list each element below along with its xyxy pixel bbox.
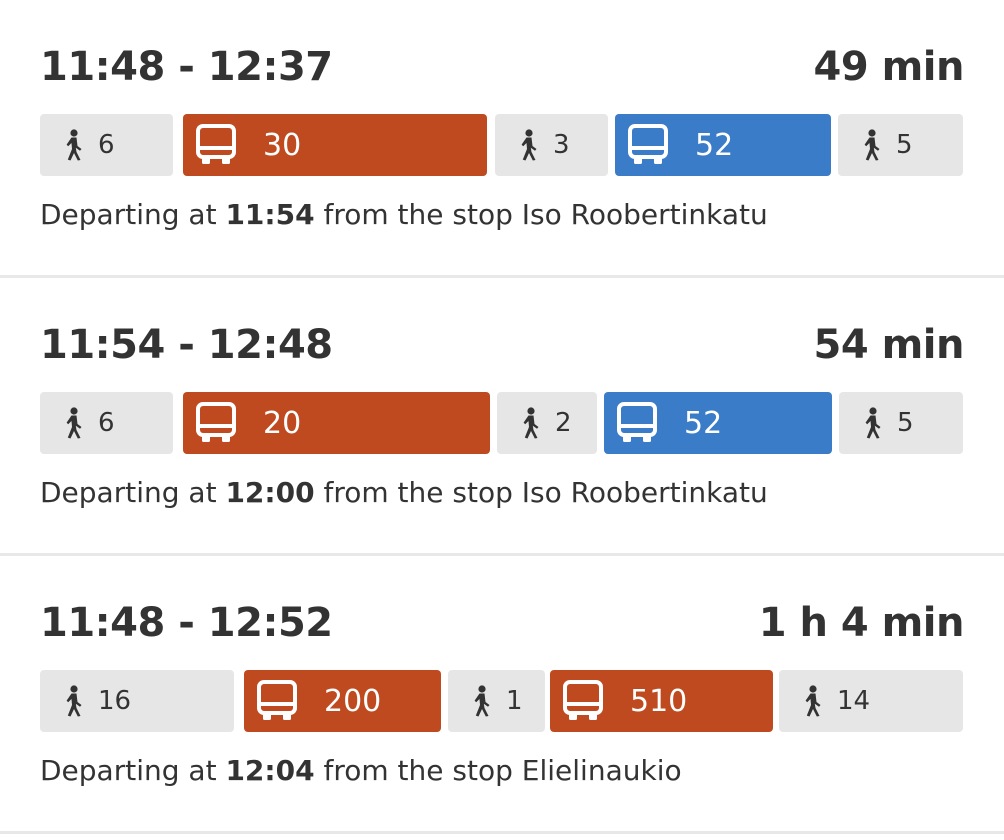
walk-icon [805,685,821,717]
walk-icon [66,685,82,717]
bus-icon [196,402,236,442]
bus-icon [628,124,668,164]
bus-line-label: 200 [324,683,382,719]
walk-icon [523,407,539,439]
bus-leg: 52 [604,392,832,454]
walk-icon [865,407,881,439]
departure-time: 11:54 [225,198,315,231]
bus-leg: 30 [183,114,487,176]
route-option-1[interactable]: 11:48 - 12:37 49 min 6 30 3 52 5 Departi… [0,0,1004,278]
bus-icon [563,680,603,720]
route-legs-bar: 6 30 3 52 5 [40,114,963,176]
walk-leg: 3 [495,114,608,176]
walk-icon [521,129,537,161]
route-duration: 49 min [813,44,965,90]
departure-middle: from the stop [323,754,513,787]
walk-leg: 5 [839,392,963,454]
walk-leg: 1 [448,670,545,732]
bus-leg: 20 [183,392,490,454]
bus-line-label: 52 [684,405,723,441]
route-header: 11:48 - 12:37 49 min [40,44,965,100]
route-time-range: 11:48 - 12:37 [40,44,333,90]
walk-duration-label: 5 [896,130,913,160]
walk-leg: 6 [40,114,173,176]
departure-middle: from the stop [323,476,513,509]
bus-line-label: 510 [630,683,688,719]
route-duration: 54 min [813,322,965,368]
walk-duration-label: 6 [98,408,115,438]
bus-leg: 200 [244,670,441,732]
route-option-3[interactable]: 11:48 - 12:52 1 h 4 min 16 200 1 510 14 … [0,556,1004,834]
walk-leg: 2 [497,392,597,454]
walk-icon [66,407,82,439]
departure-stop: Iso Roobertinkatu [521,476,768,509]
route-time-range: 11:54 - 12:48 [40,322,333,368]
walk-icon [66,129,82,161]
walk-leg: 14 [779,670,963,732]
walk-duration-label: 14 [837,686,871,716]
departure-prefix: Departing at [40,198,217,231]
walk-leg: 5 [838,114,963,176]
walk-duration-label: 16 [98,686,132,716]
bus-line-label: 52 [695,127,734,163]
route-divider [0,831,1004,834]
walk-leg: 16 [40,670,234,732]
route-legs-bar: 6 20 2 52 5 [40,392,963,454]
walk-duration-label: 1 [506,686,523,716]
departure-stop: Iso Roobertinkatu [521,198,768,231]
departure-info: Departing at 12:04 from the stop Elielin… [40,754,682,787]
departure-middle: from the stop [323,198,513,231]
bus-line-label: 30 [263,127,302,163]
walk-duration-label: 5 [897,408,914,438]
departure-prefix: Departing at [40,476,217,509]
walk-icon [474,685,490,717]
bus-leg: 52 [615,114,831,176]
departure-time: 12:04 [225,754,315,787]
route-legs-bar: 16 200 1 510 14 [40,670,963,732]
walk-leg: 6 [40,392,173,454]
walk-icon [864,129,880,161]
bus-line-label: 20 [263,405,302,441]
route-duration: 1 h 4 min [758,600,965,646]
bus-icon [257,680,297,720]
walk-duration-label: 2 [555,408,572,438]
departure-time: 12:00 [225,476,315,509]
departure-stop: Elielinaukio [521,754,682,787]
bus-icon [617,402,657,442]
walk-duration-label: 6 [98,130,115,160]
departure-prefix: Departing at [40,754,217,787]
route-header: 11:48 - 12:52 1 h 4 min [40,600,965,656]
route-header: 11:54 - 12:48 54 min [40,322,965,378]
route-option-2[interactable]: 11:54 - 12:48 54 min 6 20 2 52 5 Departi… [0,278,1004,556]
walk-duration-label: 3 [553,130,570,160]
bus-icon [196,124,236,164]
route-time-range: 11:48 - 12:52 [40,600,333,646]
bus-leg: 510 [550,670,773,732]
departure-info: Departing at 12:00 from the stop Iso Roo… [40,476,768,509]
departure-info: Departing at 11:54 from the stop Iso Roo… [40,198,768,231]
